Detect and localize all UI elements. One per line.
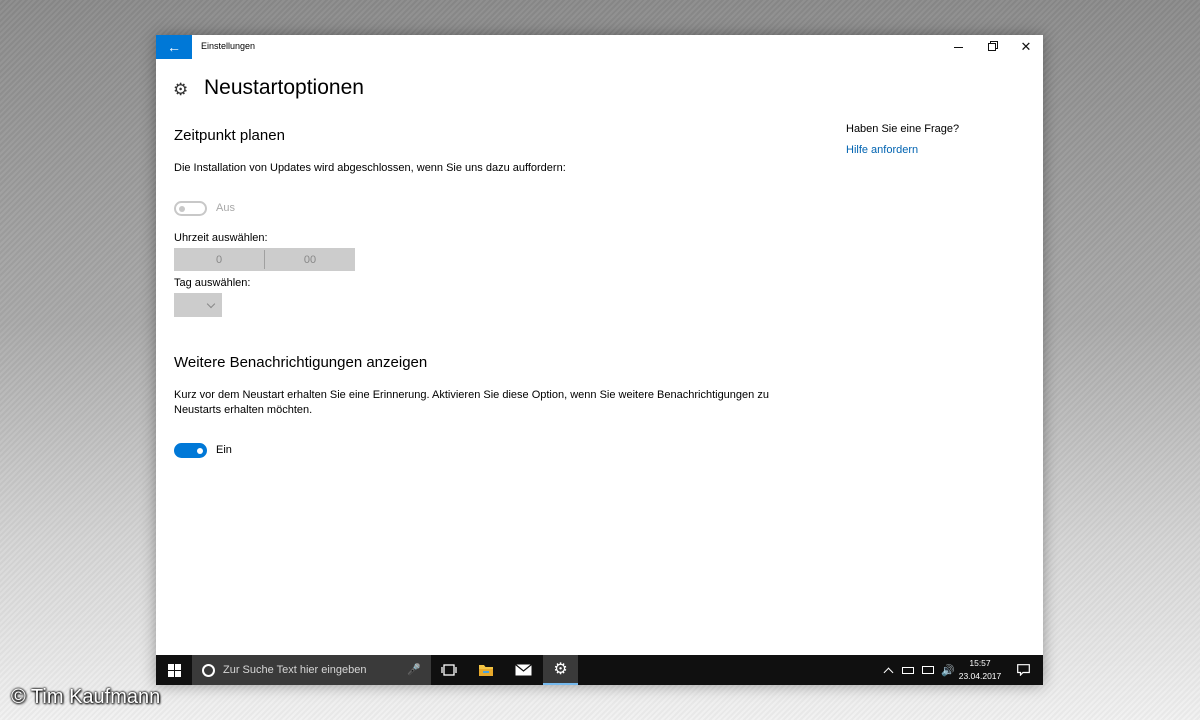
gear-icon: ⚙ (173, 80, 189, 99)
time-minute[interactable]: 00 (265, 248, 355, 271)
taskbar-clock[interactable]: 15:57 23.04.2017 (952, 657, 1008, 683)
chevron-down-icon (206, 299, 216, 308)
cortana-icon (202, 663, 215, 677)
day-select[interactable] (174, 293, 222, 317)
settings-icon: ⚙ (553, 661, 568, 678)
clock-date: 23.04.2017 (958, 671, 1002, 681)
search-placeholder: Zur Suche Text hier eingeben (223, 664, 367, 676)
time-hour[interactable]: 0 (174, 248, 264, 271)
start-button[interactable] (156, 655, 192, 685)
chevron-up-icon[interactable] (883, 667, 894, 677)
notifications-toggle[interactable] (174, 443, 207, 458)
settings-window: ← Einstellungen ✕ ⚙ Neustartoptionen Zei… (156, 35, 1043, 685)
windows-logo-icon (167, 663, 181, 677)
battery-icon[interactable] (902, 666, 914, 674)
toggle-knob (197, 447, 203, 454)
schedule-description: Die Installation von Updates wird abgesc… (174, 162, 566, 174)
back-button[interactable]: ← (156, 35, 192, 59)
schedule-heading: Zeitpunkt planen (174, 127, 285, 144)
close-icon: ✕ (1020, 39, 1032, 54)
time-picker[interactable]: 0 00 (174, 248, 355, 271)
notifications-toggle-label: Ein (216, 444, 232, 456)
maximize-icon (988, 43, 996, 51)
time-label: Uhrzeit auswählen: (174, 232, 268, 244)
task-view-button[interactable] (432, 655, 466, 685)
mail-button[interactable] (506, 655, 540, 685)
clock-time: 15:57 (969, 658, 991, 668)
action-center-button[interactable] (1008, 655, 1038, 685)
notifications-description-line2: Neustarts erhalten möchten. (174, 404, 313, 416)
maximize-button[interactable] (975, 35, 1009, 59)
mail-icon (514, 664, 532, 676)
network-icon[interactable] (922, 666, 934, 674)
system-tray: 🔊 (883, 655, 955, 685)
toggle-knob (179, 205, 185, 212)
notifications-description-line1: Kurz vor dem Neustart erhalten Sie eine … (174, 389, 769, 401)
close-button[interactable]: ✕ (1009, 35, 1043, 59)
help-question: Haben Sie eine Frage? (846, 123, 960, 135)
notifications-heading: Weitere Benachrichtigungen anzeigen (174, 354, 428, 371)
schedule-toggle[interactable] (174, 201, 207, 216)
file-explorer-button[interactable] (469, 655, 503, 685)
copyright-watermark: © Tim Kaufmann (11, 686, 161, 708)
action-center-icon (1016, 664, 1030, 676)
page-title: Neustartoptionen (204, 76, 364, 99)
file-explorer-icon (479, 665, 493, 676)
taskbar: Zur Suche Text hier eingeben 🎤 ⚙ 🔊 15:57… (156, 655, 1043, 685)
schedule-toggle-label: Aus (216, 202, 235, 214)
day-label: Tag auswählen: (174, 277, 251, 289)
back-arrow-icon: ← (167, 39, 181, 55)
notifications-description: Kurz vor dem Neustart erhalten Sie eine … (174, 388, 769, 418)
minimize-icon (953, 46, 963, 48)
title-bar: ← Einstellungen ✕ (156, 35, 1043, 59)
taskbar-search[interactable]: Zur Suche Text hier eingeben 🎤 (192, 655, 431, 685)
minimize-button[interactable] (941, 35, 975, 59)
settings-taskbar-button[interactable]: ⚙ (543, 655, 578, 685)
help-link[interactable]: Hilfe anfordern (846, 144, 918, 156)
microphone-icon[interactable]: 🎤 (407, 663, 421, 676)
window-title: Einstellungen (201, 41, 256, 51)
task-view-icon (441, 664, 457, 676)
